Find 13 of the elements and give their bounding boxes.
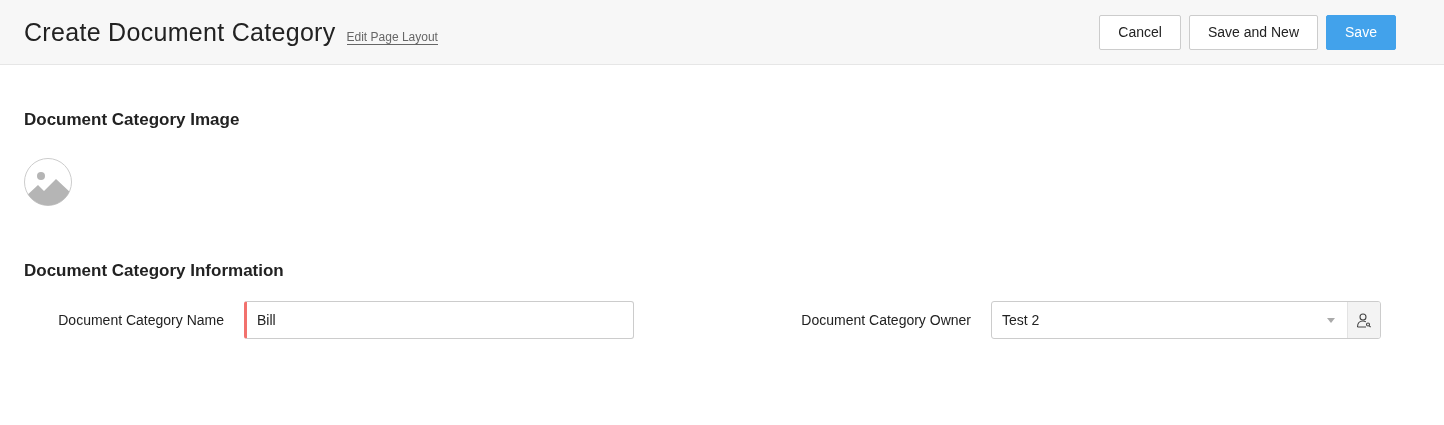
- field-label: Document Category Owner: [800, 312, 971, 328]
- caret-icon: [1327, 317, 1335, 323]
- action-button[interactable]: Save and New: [1188, 14, 1318, 50]
- field-label: Document Category Name: [57, 312, 224, 328]
- action-button[interactable]: Cancel: [1099, 14, 1181, 50]
- user-search-icon: [1356, 312, 1372, 328]
- user-search-button[interactable]: [1347, 302, 1380, 338]
- owner-dropdown[interactable]: Test 2: [991, 301, 1381, 339]
- section-heading: Document Category Image: [24, 110, 241, 130]
- page-title: Create Document Category: [24, 17, 336, 47]
- input-field[interactable]: Bill: [244, 301, 634, 339]
- section-heading: Document Category Information: [24, 261, 285, 281]
- edit-layout-link[interactable]: Edit Page Layout: [346, 29, 438, 45]
